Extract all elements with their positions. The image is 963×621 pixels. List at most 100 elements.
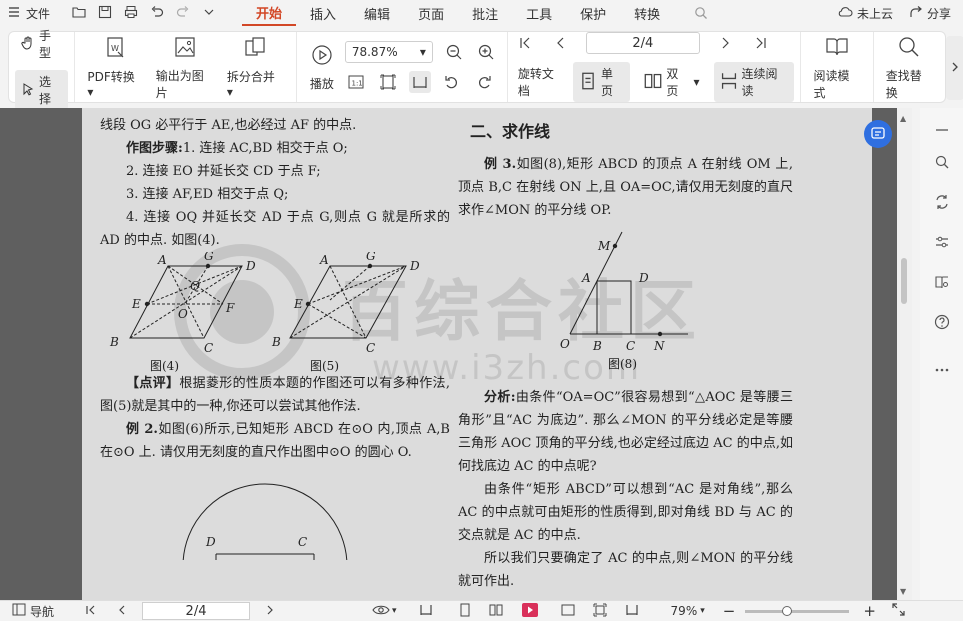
fig8-label-o: O [560, 337, 570, 351]
pdf-page: 百综合社区 www.i3zh.com 线段 OG 必平行于 AE,也必经过 AF… [82, 108, 872, 600]
book-icon [824, 34, 850, 63]
play-icon[interactable] [521, 602, 539, 621]
fit-width-icon[interactable] [625, 603, 639, 620]
cloud-status-button[interactable]: 未上云 [837, 5, 893, 22]
collapse-panel-icon[interactable] [932, 120, 952, 140]
zoom-in-button[interactable]: + [863, 602, 876, 620]
first-page-icon[interactable] [84, 604, 96, 619]
document-view[interactable]: 百综合社区 www.i3zh.com 线段 OG 必平行于 AE,也必经过 AF… [0, 108, 912, 600]
next-page-icon[interactable] [714, 32, 736, 54]
zoom-select[interactable]: 78.87% ▾ [344, 41, 433, 63]
fig8-caption: 图(8) [608, 357, 637, 371]
status-page-input[interactable]: 2/4 [142, 602, 251, 620]
play-button[interactable]: 播放 [303, 32, 341, 102]
last-page-icon[interactable] [750, 32, 772, 54]
page-number-input[interactable]: 2/4 [585, 32, 700, 54]
fit-page-icon[interactable] [377, 71, 399, 93]
chevron-down-icon: ▾ [419, 45, 426, 59]
tab-annotate[interactable]: 批注 [458, 0, 512, 26]
comment-paragraph: 【点评】根据菱形的性质本题的作图还可以有多种作法,图(5)就是其中的一种,你还可… [100, 372, 450, 418]
analysis-paragraph: 分析:由条件“OA=OC”很容易想到“△AOC 是等腰三角形”且“AC 为底边”… [458, 386, 793, 478]
rotate-doc-button[interactable]: 旋转文档 [514, 65, 565, 99]
prev-page-icon[interactable] [116, 604, 128, 619]
zoom-out-button[interactable]: − [723, 602, 736, 620]
single-page-icon[interactable] [459, 603, 471, 620]
help-icon[interactable] [932, 312, 952, 332]
select-tool-button[interactable]: 选择 [15, 70, 69, 110]
fig4-label-f: F [225, 301, 235, 315]
fig5-label-e: E [293, 297, 303, 311]
rhombus-figures: A G D E Q O F B C A G D E B C 图(4) 图(5) [109, 249, 420, 373]
tab-protect[interactable]: 保护 [566, 0, 620, 26]
vertical-scrollbar[interactable]: ▲ ▼ [897, 108, 912, 600]
play-label: 播放 [309, 77, 334, 91]
rotate-left-icon[interactable] [441, 71, 463, 93]
hand-tool-label: 手型 [39, 29, 52, 60]
zoom-out-icon[interactable] [443, 41, 465, 63]
double-page-icon[interactable] [489, 603, 503, 620]
tab-tools[interactable]: 工具 [512, 0, 566, 26]
navigation-toggle[interactable]: 导航 [12, 603, 54, 620]
tab-convert[interactable]: 转换 [620, 0, 674, 26]
more-icon[interactable] [932, 360, 952, 380]
fig8-label-b: B [592, 339, 602, 353]
book-search-icon[interactable] [932, 272, 952, 292]
first-page-icon[interactable] [514, 32, 536, 54]
scroll-up-icon[interactable]: ▲ [900, 114, 906, 123]
ribbon-group-reading: 阅读模式 [801, 32, 874, 102]
settings-sliders-icon[interactable] [932, 232, 952, 252]
tab-home[interactable]: 开始 [242, 0, 297, 26]
fit-width-icon[interactable] [419, 603, 433, 620]
pdf-convert-label: PDF转换 [87, 70, 135, 84]
file-menu-label: 文件 [26, 6, 51, 21]
hand-icon [21, 36, 35, 53]
chevron-down-icon[interactable]: ▾ [392, 606, 397, 616]
single-page-button[interactable]: 单页 [573, 62, 631, 102]
floating-tool-button[interactable] [864, 120, 892, 148]
pdf-convert-button[interactable]: W PDF转换 ▾ [81, 32, 149, 102]
rotate-right-icon[interactable] [473, 71, 495, 93]
tab-edit[interactable]: 编辑 [350, 0, 404, 26]
fig4-label-d: D [245, 259, 256, 273]
double-page-button[interactable]: 双页 ▾ [638, 62, 705, 102]
tab-insert[interactable]: 插入 [296, 0, 350, 26]
ribbon-group-tools: 手型 选择 [9, 29, 76, 110]
zoom-level-select[interactable]: 79% ▾ [671, 604, 705, 618]
export-image-button[interactable]: 输出为图片 [150, 32, 221, 102]
chevron-down-icon[interactable] [202, 5, 216, 22]
next-page-icon[interactable] [264, 604, 276, 619]
print-icon[interactable] [124, 5, 138, 22]
fig4-label-q: Q [190, 279, 200, 293]
zoom-in-icon[interactable] [475, 41, 497, 63]
scroll-down-icon[interactable]: ▼ [900, 587, 906, 596]
translate-icon[interactable] [932, 192, 952, 212]
actual-size-icon[interactable] [561, 603, 575, 620]
ribbon-expand-button[interactable] [946, 36, 963, 100]
fit-width-icon[interactable] [408, 71, 431, 93]
zoom-slider[interactable] [745, 605, 850, 616]
tab-page[interactable]: 页面 [404, 0, 458, 26]
prev-page-icon[interactable] [550, 32, 572, 54]
find-replace-button[interactable]: 查找替换 [880, 32, 939, 102]
reading-mode-label: 阅读模式 [813, 68, 850, 100]
folder-icon[interactable] [72, 5, 86, 22]
search-icon[interactable] [694, 0, 708, 26]
reading-mode-button[interactable]: 阅读模式 [807, 32, 866, 102]
hand-tool-button[interactable]: 手型 [15, 24, 68, 64]
file-menu[interactable]: 文件 [8, 0, 50, 26]
hamburger-icon [8, 6, 20, 21]
zoom-slider-knob[interactable] [781, 605, 792, 616]
save-icon[interactable] [98, 5, 112, 22]
fit-page-icon[interactable] [593, 603, 607, 620]
eye-icon[interactable] [372, 604, 390, 619]
continuous-reading-button[interactable]: 连续阅读 [713, 62, 795, 102]
actual-size-icon[interactable]: 1:1 [345, 71, 367, 93]
split-merge-button[interactable]: 拆分合并 ▾ [221, 32, 290, 102]
share-button[interactable]: 分享 [909, 5, 951, 22]
scrollbar-thumb[interactable] [901, 258, 907, 304]
fullscreen-icon[interactable] [892, 603, 905, 619]
search-panel-icon[interactable] [932, 152, 952, 172]
fig5-label-c: C [366, 341, 375, 355]
undo-icon[interactable] [150, 5, 164, 22]
redo-icon[interactable] [176, 5, 190, 22]
